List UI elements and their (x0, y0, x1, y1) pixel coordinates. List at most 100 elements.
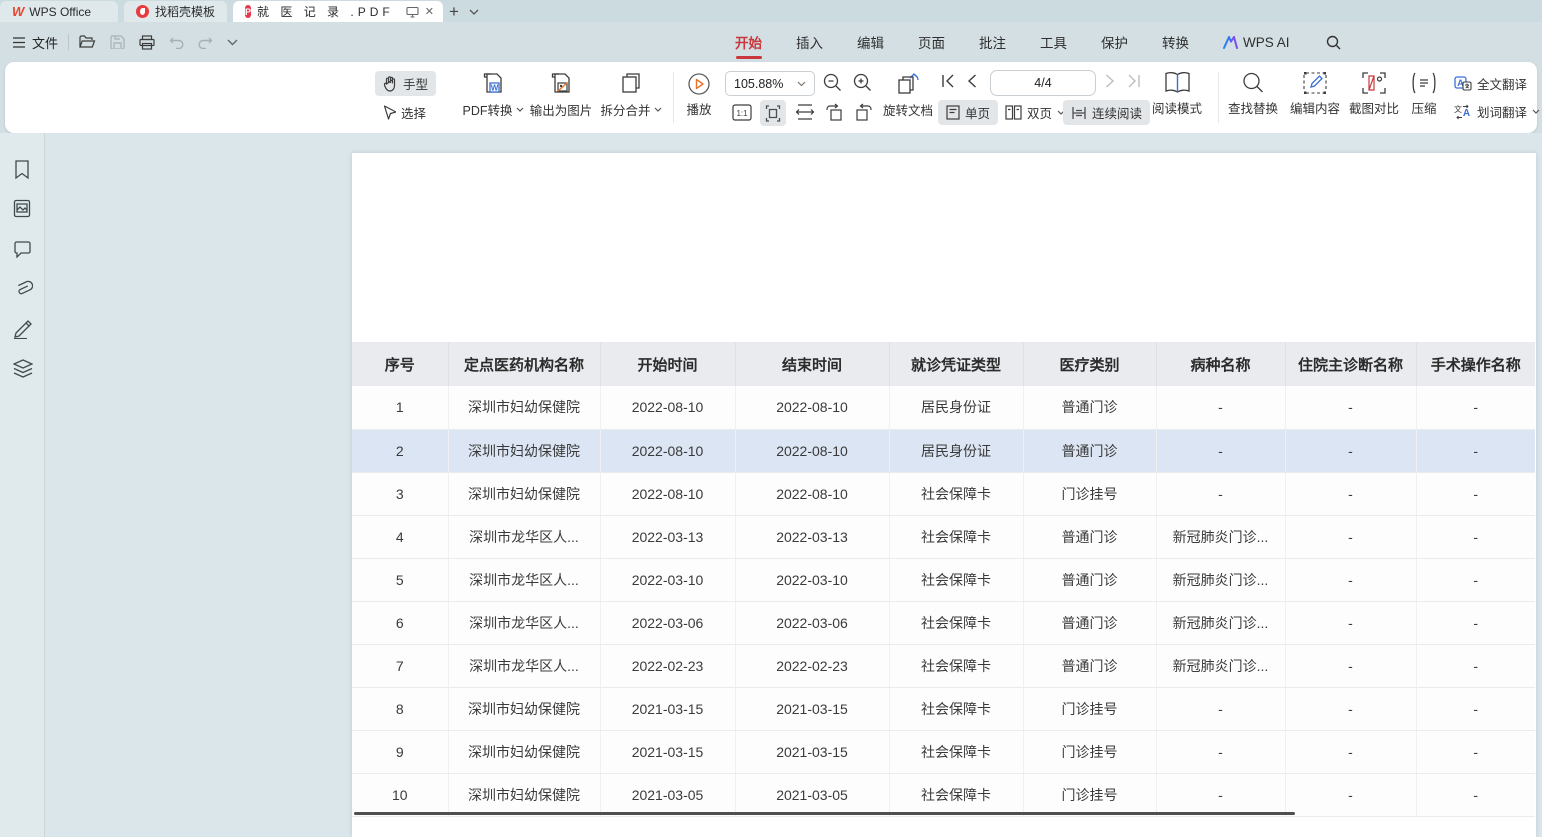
table-cell: - (1285, 687, 1416, 730)
ribbon-toolbar: 手型 选择 W PDF转换 输出为图片 (5, 62, 1537, 133)
last-page-icon[interactable] (1127, 74, 1141, 88)
menu-comment[interactable]: 批注 (979, 22, 1006, 62)
table-cell: 深圳市妇幼保健院 (448, 386, 600, 429)
tab-docer-templates[interactable]: 找稻壳模板 (124, 1, 227, 22)
table-cell: - (1285, 515, 1416, 558)
table-cell: - (1416, 429, 1535, 472)
table-header-cell: 开始时间 (600, 342, 735, 386)
table-cell: 社会保障卡 (889, 644, 1023, 687)
fit-page-icon[interactable] (760, 100, 786, 126)
compress-button[interactable]: 压缩 (1406, 71, 1442, 117)
table-cell: 深圳市妇幼保健院 (448, 730, 600, 773)
table-row: 8深圳市妇幼保健院2021-03-152021-03-15社会保障卡门诊挂号--… (352, 687, 1535, 730)
single-page-label: 单页 (965, 103, 990, 122)
next-page-icon[interactable] (1105, 74, 1115, 88)
close-tab-icon[interactable]: ✕ (425, 5, 434, 18)
screenshot-compare-icon (1361, 71, 1387, 95)
thumbnail-image-icon[interactable] (13, 199, 31, 218)
table-cell: 2022-03-10 (735, 558, 889, 601)
monitor-icon[interactable] (406, 6, 419, 18)
table-cell: 社会保障卡 (889, 472, 1023, 515)
find-replace-button[interactable]: 查找替换 (1225, 71, 1281, 117)
screenshot-compare-button[interactable]: 截图对比 (1346, 71, 1402, 117)
table-row: 10深圳市妇幼保健院2021-03-052021-03-05社会保障卡门诊挂号-… (352, 773, 1535, 816)
table-cell: 2022-02-23 (735, 644, 889, 687)
horizontal-scrollbar[interactable] (354, 812, 1295, 815)
export-image-button[interactable]: 输出为图片 (521, 71, 601, 119)
actual-size-icon[interactable]: 1:1 (732, 104, 752, 121)
table-cell: 2021-03-15 (600, 730, 735, 773)
fit-width-icon[interactable] (795, 104, 815, 120)
tab-medical-record-pdf[interactable]: P 就 医 记 录 .PDF ✕ (233, 1, 443, 22)
chevron-down-icon (1532, 109, 1540, 114)
word-translate-button[interactable]: 文 A 划词翻译 (1446, 99, 1542, 124)
previous-page-icon[interactable] (967, 74, 977, 88)
split-merge-button[interactable]: 拆分合并 (591, 71, 671, 119)
first-page-icon[interactable] (941, 74, 955, 88)
menu-tools[interactable]: 工具 (1040, 22, 1067, 62)
rotate-right-icon[interactable] (854, 103, 873, 121)
hand-tool-button[interactable]: 手型 (375, 71, 436, 96)
wps-ai-label: WPS AI (1243, 35, 1290, 50)
table-cell: - (1416, 515, 1535, 558)
open-file-icon[interactable] (79, 35, 96, 49)
rotate-left-icon[interactable] (825, 103, 844, 121)
menu-home[interactable]: 开始 (735, 22, 762, 62)
table-row: 4深圳市龙华区人...2022-03-132022-03-13社会保障卡普通门诊… (352, 515, 1535, 558)
table-cell: - (1416, 687, 1535, 730)
table-cell: 9 (352, 730, 448, 773)
new-tab-button[interactable]: + (449, 3, 459, 20)
menu-page[interactable]: 页面 (918, 22, 945, 62)
double-page-button[interactable]: 双页 (997, 100, 1073, 125)
table-cell: 8 (352, 687, 448, 730)
table-header-cell: 医疗类别 (1023, 342, 1156, 386)
layers-icon[interactable] (13, 359, 33, 378)
full-translate-button[interactable]: A 全文翻译 (1446, 71, 1535, 96)
tab-list-chevron-icon[interactable] (469, 9, 479, 15)
attachment-icon[interactable] (13, 280, 33, 298)
read-mode-button[interactable]: 阅读模式 (1148, 70, 1206, 117)
rotate-document-button[interactable]: 旋转文档 (878, 70, 938, 119)
table-cell: 新冠肺炎门诊... (1156, 558, 1285, 601)
full-translate-label: 全文翻译 (1477, 74, 1527, 93)
menu-wps-ai[interactable]: WPS AI (1223, 35, 1290, 50)
tab-wps-office[interactable]: W WPS Office (0, 1, 118, 22)
select-tool-button[interactable]: 选择 (375, 100, 434, 125)
menu-search-icon[interactable] (1326, 35, 1341, 50)
screenshot-compare-label: 截图对比 (1349, 98, 1399, 117)
continuous-read-button[interactable]: 连续阅读 (1063, 100, 1150, 125)
redo-icon[interactable] (198, 36, 213, 49)
table-cell: 2021-03-15 (735, 687, 889, 730)
table-cell: 4 (352, 515, 448, 558)
menu-insert[interactable]: 插入 (796, 22, 823, 62)
table-cell: 新冠肺炎门诊... (1156, 601, 1285, 644)
find-replace-label: 查找替换 (1228, 98, 1278, 117)
play-button[interactable]: 播放 (678, 72, 720, 118)
bookmark-icon[interactable] (13, 160, 31, 180)
table-cell: 深圳市妇幼保健院 (448, 472, 600, 515)
table-cell: 门诊挂号 (1023, 687, 1156, 730)
signature-pen-icon[interactable] (13, 319, 33, 339)
single-page-button[interactable]: 单页 (938, 100, 998, 125)
edit-content-button[interactable]: 编辑内容 (1287, 71, 1343, 117)
zoom-level-value: 105.88% (734, 77, 783, 91)
comment-icon[interactable] (13, 241, 32, 258)
zoom-level-select[interactable]: 105.88% (725, 71, 815, 96)
menu-edit[interactable]: 编辑 (857, 22, 884, 62)
table-cell: - (1156, 472, 1285, 515)
quick-access-chevron-icon[interactable] (227, 39, 238, 46)
divider (1218, 72, 1219, 123)
table-cell: 新冠肺炎门诊... (1156, 515, 1285, 558)
save-icon[interactable] (110, 35, 125, 49)
table-cell: 7 (352, 644, 448, 687)
page-number-input[interactable]: 4/4 (990, 70, 1096, 96)
menu-protect[interactable]: 保护 (1101, 22, 1128, 62)
file-menu-button[interactable]: 文件 (12, 33, 58, 52)
zoom-in-icon[interactable] (853, 73, 872, 92)
zoom-out-icon[interactable] (823, 73, 842, 92)
select-tool-label: 选择 (401, 103, 426, 122)
menu-convert[interactable]: 转换 (1162, 22, 1189, 62)
table-cell: 3 (352, 472, 448, 515)
undo-icon[interactable] (169, 36, 184, 49)
print-icon[interactable] (139, 35, 155, 50)
